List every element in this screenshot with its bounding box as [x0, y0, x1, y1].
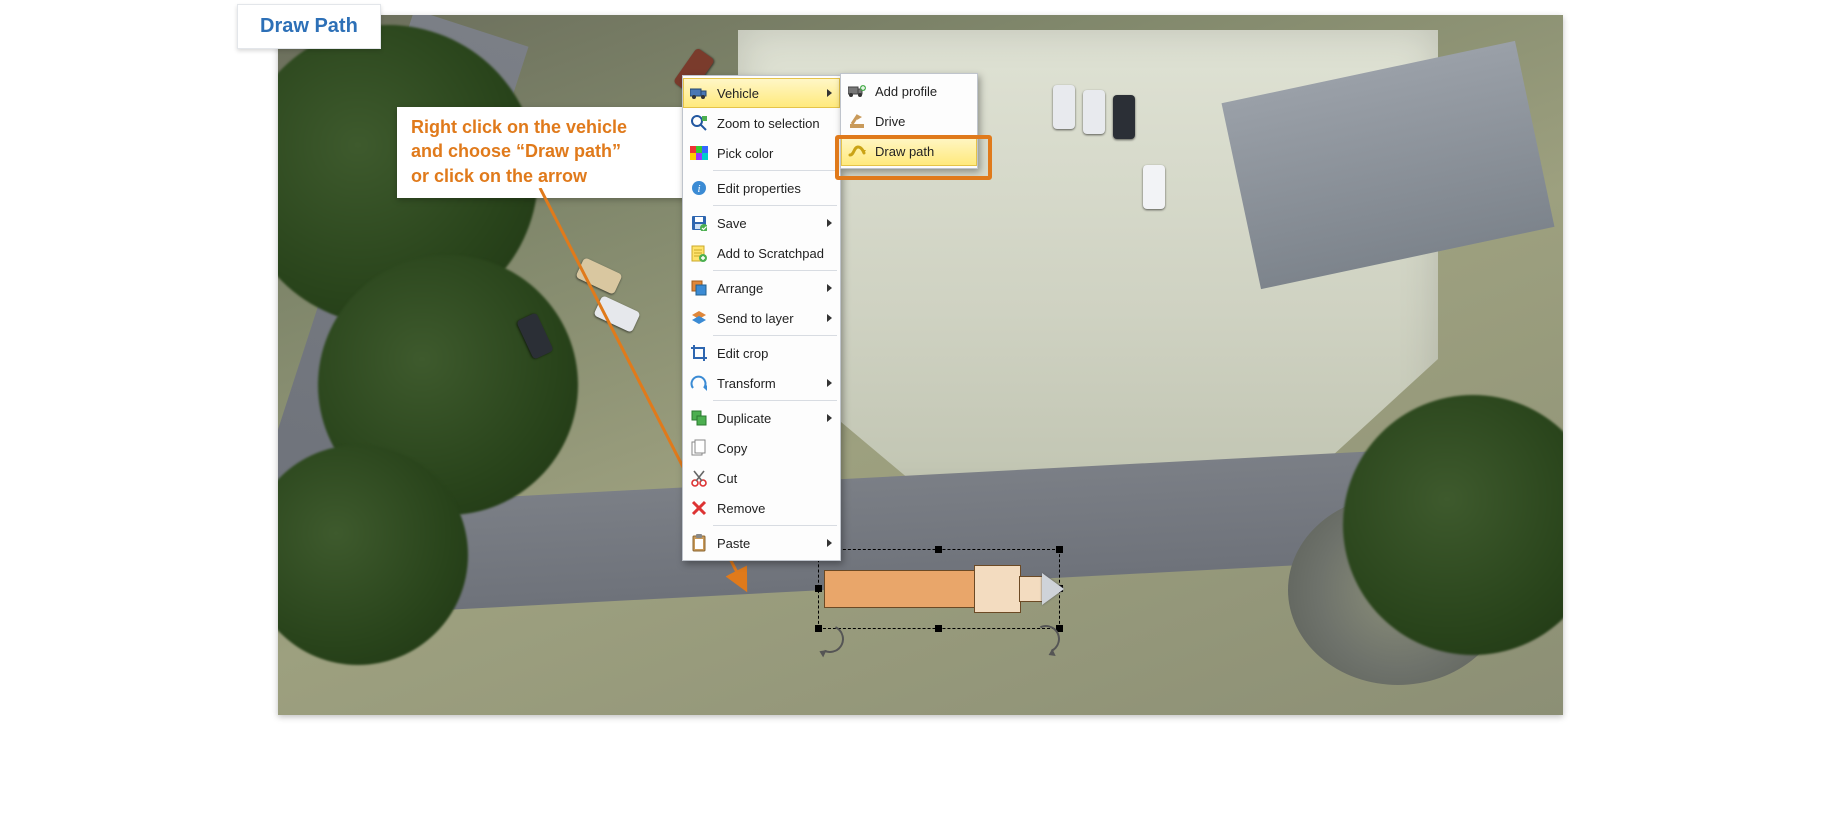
parked-car: [1113, 95, 1135, 139]
instruction-line: and choose “Draw path”: [411, 139, 691, 163]
context-menu-item-send-to-layer[interactable]: Send to layer: [683, 303, 840, 333]
resize-handle[interactable]: [815, 585, 822, 592]
scratchpad-icon: [689, 243, 709, 263]
menu-separator: [713, 335, 837, 336]
context-menu-item-save[interactable]: Save: [683, 208, 840, 238]
instruction-line: Right click on the vehicle: [411, 115, 691, 139]
menu-label: Pick color: [717, 146, 834, 161]
submenu-item-add-profile[interactable]: Add profile: [841, 76, 977, 106]
menu-label: Zoom to selection: [717, 116, 834, 131]
submenu-arrow-icon: [827, 219, 832, 227]
menu-label: Edit crop: [717, 346, 834, 361]
submenu-arrow-icon: [827, 314, 832, 322]
menu-separator: [713, 525, 837, 526]
menu-label: Add profile: [875, 84, 971, 99]
submenu-arrow-icon: [827, 89, 832, 97]
parked-car: [1083, 90, 1105, 134]
context-menu-item-edit-properties[interactable]: i Edit properties: [683, 173, 840, 203]
context-menu-item-zoom-to-selection[interactable]: Zoom to selection: [683, 108, 840, 138]
zoom-icon: [689, 113, 709, 133]
menu-label: Drive: [875, 114, 971, 129]
copy-icon: [689, 438, 709, 458]
context-menu-item-duplicate[interactable]: Duplicate: [683, 403, 840, 433]
menu-label: Remove: [717, 501, 834, 516]
menu-label: Edit properties: [717, 181, 834, 196]
menu-separator: [713, 270, 837, 271]
cut-icon: [689, 468, 709, 488]
vehicle-submenu[interactable]: Add profile Drive Draw path: [840, 73, 978, 169]
vehicle-forward-arrow[interactable]: [1042, 573, 1064, 605]
svg-text:i: i: [697, 183, 700, 195]
menu-label: Save: [717, 216, 819, 231]
menu-label: Arrange: [717, 281, 819, 296]
menu-label: Paste: [717, 536, 819, 551]
paste-icon: [689, 533, 709, 553]
context-menu[interactable]: Vehicle Zoom to selection Pick color i E…: [682, 75, 841, 561]
vehicle-icon: [689, 83, 709, 103]
submenu-arrow-icon: [827, 379, 832, 387]
page-title: Draw Path: [237, 4, 381, 49]
instruction-line: or click on the arrow: [411, 164, 691, 188]
draw-path-icon: [847, 141, 867, 161]
palette-icon: [689, 143, 709, 163]
context-menu-item-cut[interactable]: Cut: [683, 463, 840, 493]
context-menu-item-edit-crop[interactable]: Edit crop: [683, 338, 840, 368]
context-menu-item-vehicle[interactable]: Vehicle: [683, 78, 840, 108]
vehicle-cab: [974, 565, 1021, 613]
parked-car: [575, 257, 622, 295]
add-profile-icon: [847, 81, 867, 101]
resize-handle[interactable]: [935, 546, 942, 553]
submenu-item-drive[interactable]: Drive: [841, 106, 977, 136]
vehicle-object[interactable]: [824, 555, 1054, 623]
context-menu-item-remove[interactable]: Remove: [683, 493, 840, 523]
duplicate-icon: [689, 408, 709, 428]
layers-icon: [689, 308, 709, 328]
vehicle-trailer: [824, 570, 976, 608]
parked-car: [593, 295, 640, 333]
menu-separator: [713, 400, 837, 401]
context-menu-item-add-to-scratchpad[interactable]: Add to Scratchpad: [683, 238, 840, 268]
transform-icon: [689, 373, 709, 393]
crop-icon: [689, 343, 709, 363]
resize-handle[interactable]: [1056, 546, 1063, 553]
menu-label: Vehicle: [717, 86, 819, 101]
context-menu-item-copy[interactable]: Copy: [683, 433, 840, 463]
menu-separator: [713, 170, 837, 171]
resize-handle[interactable]: [935, 625, 942, 632]
menu-label: Transform: [717, 376, 819, 391]
menu-label: Send to layer: [717, 311, 819, 326]
parked-car: [1143, 165, 1165, 209]
properties-icon: i: [689, 178, 709, 198]
submenu-arrow-icon: [827, 284, 832, 292]
context-menu-item-arrange[interactable]: Arrange: [683, 273, 840, 303]
menu-label: Cut: [717, 471, 834, 486]
context-menu-item-paste[interactable]: Paste: [683, 528, 840, 558]
context-menu-item-pick-color[interactable]: Pick color: [683, 138, 840, 168]
parked-car: [1053, 85, 1075, 129]
remove-icon: [689, 498, 709, 518]
save-icon: [689, 213, 709, 233]
menu-label: Add to Scratchpad: [717, 246, 834, 261]
menu-label: Duplicate: [717, 411, 819, 426]
drive-icon: [847, 111, 867, 131]
menu-separator: [713, 205, 837, 206]
submenu-arrow-icon: [827, 539, 832, 547]
menu-label: Copy: [717, 441, 834, 456]
context-menu-item-transform[interactable]: Transform: [683, 368, 840, 398]
arrange-icon: [689, 278, 709, 298]
instruction-callout: Right click on the vehicle and choose “D…: [397, 107, 705, 198]
submenu-arrow-icon: [827, 414, 832, 422]
menu-label: Draw path: [875, 144, 971, 159]
submenu-item-draw-path[interactable]: Draw path: [841, 136, 977, 166]
